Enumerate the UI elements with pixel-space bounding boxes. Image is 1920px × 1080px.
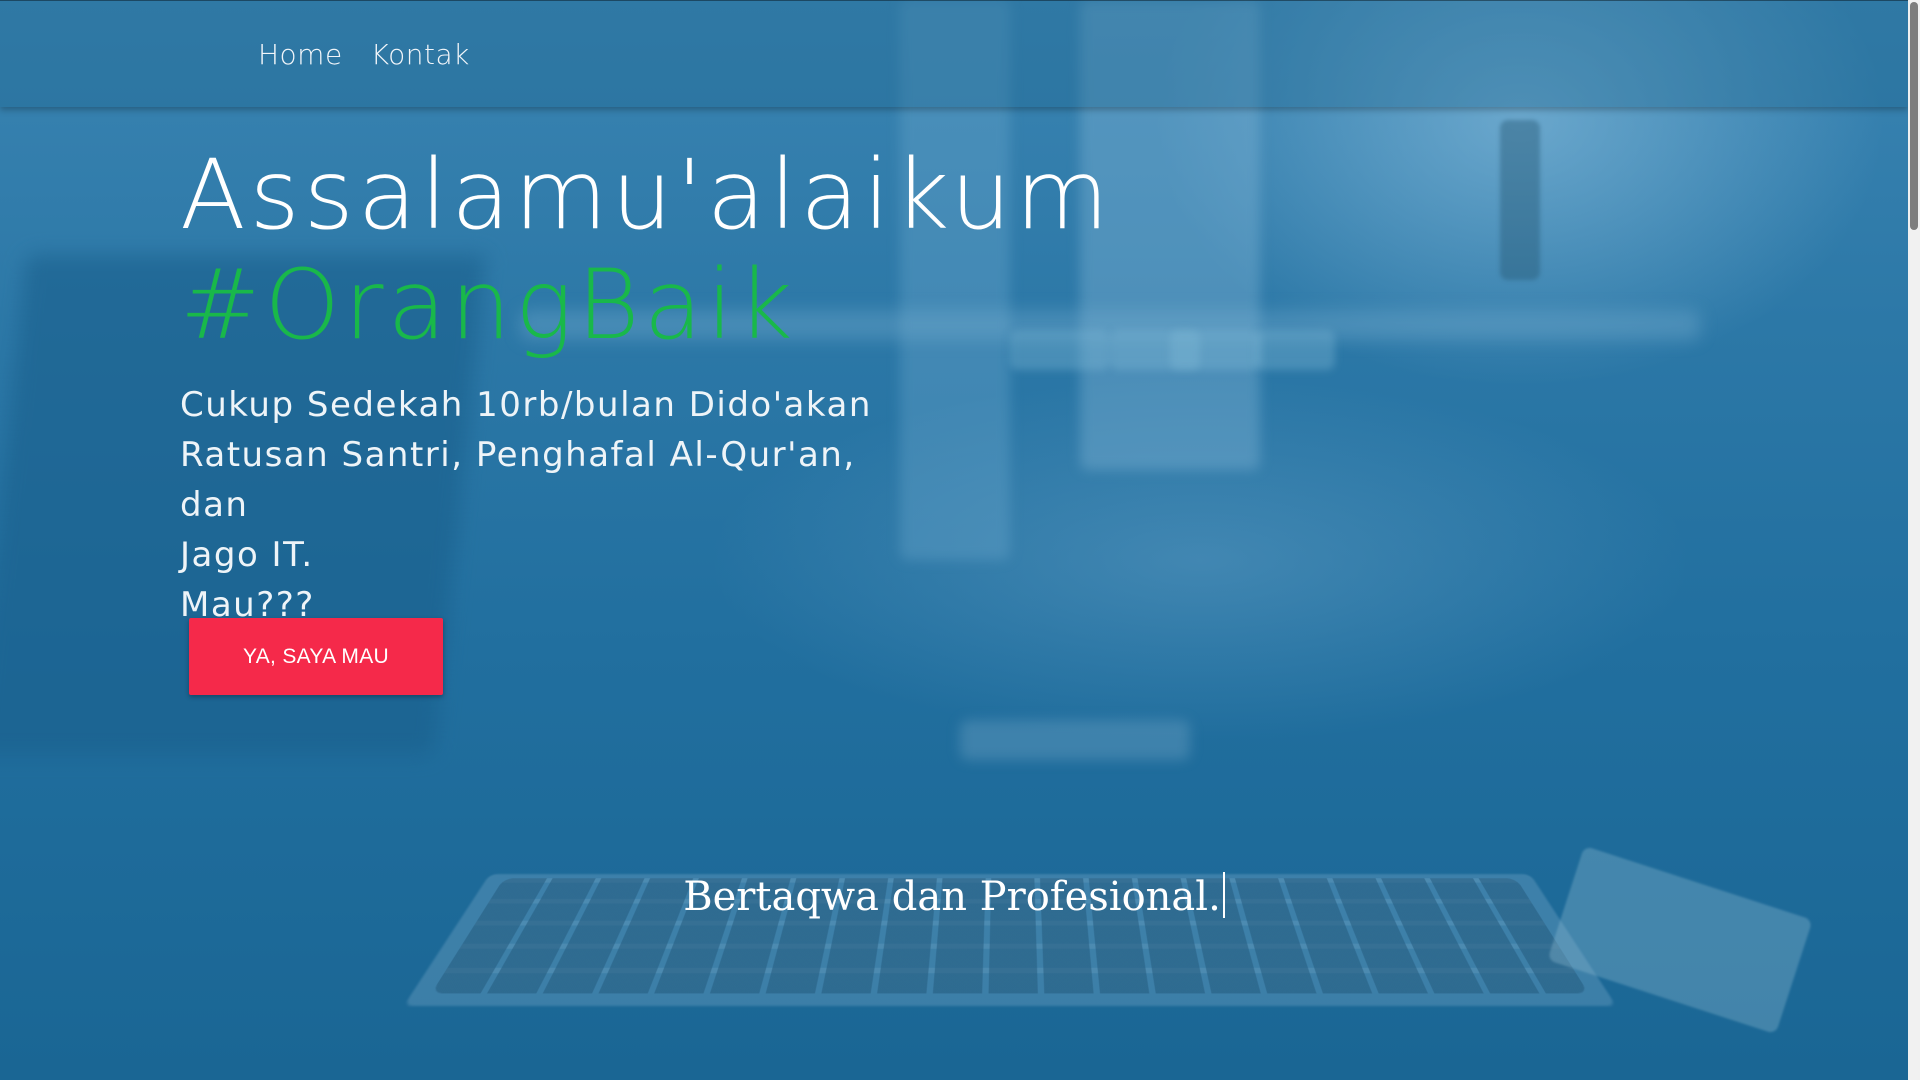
nav-links: Home Kontak [258,38,470,71]
page-scrollbar[interactable] [1908,0,1920,1080]
background-shape [1500,120,1540,280]
hero-description-line: Cukup Sedekah 10rb/bulan Dido'akan [180,385,872,425]
typing-cursor [1222,872,1225,918]
top-navbar: Home Kontak [0,0,1908,107]
nav-link-kontak[interactable]: Kontak [371,38,470,71]
background-shape [1170,330,1260,370]
hero-section: Assalamu'alaikum #OrangBaik Cukup Sedeka… [180,139,1113,630]
hero-description: Cukup Sedekah 10rb/bulan Dido'akan Ratus… [180,380,900,630]
hero-description-line: Jago IT. [180,535,314,575]
hero-hashtag: #OrangBaik [180,249,797,361]
scrollbar-thumb[interactable] [1910,2,1918,230]
hero-description-line: Ratusan Santri, Penghafal Al-Qur'an, dan [180,435,856,525]
hero-title: Assalamu'alaikum [180,139,1113,251]
tagline: Bertaqwa dan Profesional. [0,872,1908,920]
background-shape [960,720,1190,760]
tagline-text: Bertaqwa dan Profesional. [683,874,1221,920]
background-shape [1255,330,1335,370]
nav-link-home[interactable]: Home [258,38,343,71]
cta-button[interactable]: YA, SAYA MAU [189,618,443,695]
